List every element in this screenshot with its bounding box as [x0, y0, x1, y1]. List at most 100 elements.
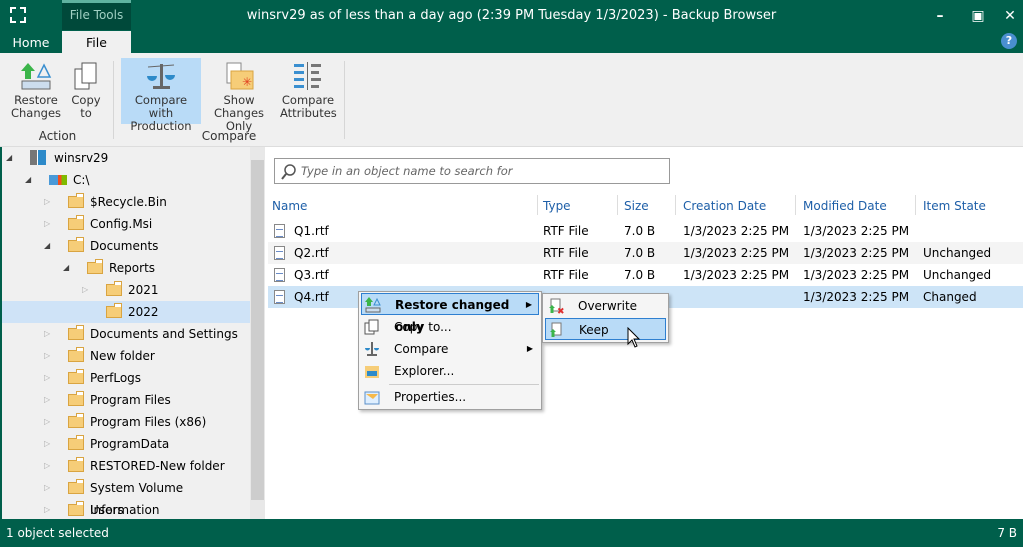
menu-item-restore-changed-only[interactable]: Restore changed only ▶ [361, 293, 539, 334]
folder-icon [106, 281, 122, 296]
expand-icon[interactable]: ▷ [44, 345, 50, 367]
folder-icon [68, 237, 84, 252]
ribbon: Restore Changes Copy to Compare with Pro… [0, 53, 1023, 147]
window-title: winsrv29 as of less than a day ago (2:39… [246, 8, 777, 23]
column-header-modified-date[interactable]: Modified Date [803, 199, 887, 213]
close-icon[interactable]: ✕ [1000, 8, 1020, 24]
menu-item-properties[interactable]: Properties... [361, 386, 539, 408]
tree-scrollbar-thumb[interactable] [251, 160, 264, 500]
drive-icon [49, 175, 67, 185]
table-row[interactable]: Q1.rtf RTF File 7.0 B 1/3/2023 2:25 PM 1/3/2… [268, 220, 1023, 242]
collapse-icon[interactable]: ◢ [63, 257, 69, 279]
copy-to-button[interactable]: Copy to [68, 58, 104, 124]
tree-node[interactable]: ▷ System Volume Information [2, 477, 250, 517]
tree-node-label: 2021 [128, 283, 159, 297]
svg-text:✳: ✳ [242, 75, 252, 89]
cell-state: Changed [923, 290, 977, 304]
collapse-icon[interactable]: ◢ [44, 235, 50, 257]
tree-node[interactable]: ◢ winsrv29 [2, 147, 250, 169]
table-row[interactable]: Q2.rtf RTF File 7.0 B 1/3/2023 2:25 PM 1/3/2… [268, 242, 1023, 264]
expand-icon[interactable]: ▷ [44, 433, 50, 455]
column-header-creation-date[interactable]: Creation Date [683, 199, 766, 213]
expand-icon[interactable]: ▷ [44, 411, 50, 433]
tree-node[interactable]: ▷ Program Files (x86) [2, 411, 250, 433]
expand-icon[interactable]: ▷ [44, 455, 50, 477]
tree-node[interactable]: ◢ C:\ [2, 169, 250, 191]
column-header-name[interactable]: Name [272, 199, 307, 213]
cell-state: Unchanged [923, 246, 992, 260]
expand-icon[interactable]: ▷ [44, 477, 50, 499]
cell-created: 1/3/2023 2:25 PM [683, 268, 790, 282]
column-header-size[interactable]: Size [624, 199, 649, 213]
maximize-icon[interactable]: ▣ [968, 8, 988, 24]
column-header-type[interactable]: Type [543, 199, 571, 213]
tree-node[interactable]: ▷ Config.Msi [2, 213, 250, 235]
tree-node-label: Documents [90, 239, 159, 253]
expand-icon[interactable]: ▷ [44, 213, 50, 235]
menu-item-keep[interactable]: Keep [545, 318, 666, 340]
menu-item-explorer[interactable]: Explorer... [361, 360, 539, 382]
search-input[interactable]: Type in an object name to search for [274, 158, 670, 184]
changes-folder-icon: ✳ [201, 58, 277, 94]
restore-icon [365, 297, 381, 313]
folder-icon [87, 259, 103, 274]
cell-modified: 1/3/2023 2:25 PM [803, 246, 910, 260]
tree-node[interactable]: ▷ 2021 [2, 279, 250, 301]
tree-node-label: $Recycle.Bin [90, 195, 167, 209]
menu-item-overwrite[interactable]: ✖ Overwrite [545, 295, 666, 317]
folder-icon [68, 347, 84, 362]
tree-node[interactable]: ▷ ProgramData [2, 433, 250, 455]
folder-icon [68, 193, 84, 208]
tree-node[interactable]: ◢ Documents [2, 235, 250, 257]
table-row[interactable]: Q3.rtf RTF File 7.0 B 1/3/2023 2:25 PM 1/3/2… [268, 264, 1023, 286]
minimize-icon[interactable]: – [930, 8, 950, 24]
restore-changes-button[interactable]: Restore Changes [10, 58, 62, 124]
tree-node[interactable]: ▷ New folder [2, 345, 250, 367]
status-selection: 1 object selected [6, 526, 109, 540]
tree-node-label: PerfLogs [90, 371, 142, 385]
cell-type: RTF File [543, 246, 589, 260]
tree-node-label: RESTORED-New folder [90, 459, 225, 473]
tree-node-label: Users [90, 503, 124, 517]
menu-item-copy-to[interactable]: Copy to... [361, 316, 539, 338]
help-icon[interactable]: ? [1001, 33, 1017, 49]
tree-node[interactable]: ▷ Users [2, 499, 250, 521]
menu-item-compare[interactable]: Compare ▶ [361, 338, 539, 360]
cell-modified: 1/3/2023 2:25 PM [803, 224, 910, 238]
tree-node-label: Documents and Settings [90, 327, 238, 341]
show-changes-only-button[interactable]: ✳ Show Changes Only [201, 58, 277, 133]
tree-node[interactable]: 2022 [2, 301, 250, 323]
collapse-icon[interactable]: ◢ [6, 147, 12, 169]
title-bar: winsrv29 as of less than a day ago (2:39… [0, 0, 1023, 53]
rtf-file-icon [274, 290, 285, 304]
folder-icon [68, 479, 84, 494]
expand-icon[interactable]: ▷ [44, 367, 50, 389]
cell-modified: 1/3/2023 2:25 PM [803, 290, 910, 304]
properties-icon [364, 391, 380, 405]
expand-icon[interactable]: ▷ [44, 499, 50, 521]
compare-attributes-button[interactable]: Compare Attributes [280, 58, 337, 124]
expand-icon[interactable]: ▷ [82, 279, 88, 301]
tree-node[interactable]: ▷ Program Files [2, 389, 250, 411]
scales-icon [121, 58, 201, 94]
cell-name: Q2.rtf [294, 246, 329, 260]
column-header-item-state[interactable]: Item State [923, 199, 986, 213]
expand-icon[interactable]: ▷ [44, 323, 50, 345]
tree-node[interactable]: ◢ Reports [2, 257, 250, 279]
tab-file[interactable]: File [62, 31, 131, 53]
tree-node[interactable]: ▷ $Recycle.Bin [2, 191, 250, 213]
compare-with-production-button[interactable]: Compare with Production [121, 58, 201, 133]
tree-node[interactable]: ▷ RESTORED-New folder [2, 455, 250, 477]
rtf-file-icon [274, 268, 285, 282]
expand-icon[interactable]: ▷ [44, 389, 50, 411]
tree-node[interactable]: ▷ Documents and Settings [2, 323, 250, 345]
tree-node-label: 2022 [128, 305, 159, 319]
collapse-icon[interactable]: ◢ [25, 169, 31, 191]
tab-home[interactable]: Home [0, 31, 62, 53]
expand-icon[interactable]: ▷ [44, 191, 50, 213]
cell-created: 1/3/2023 2:25 PM [683, 224, 790, 238]
status-size: 7 B [997, 526, 1017, 540]
tree-node-label: C:\ [73, 173, 90, 187]
tree-node[interactable]: ▷ PerfLogs [2, 367, 250, 389]
folder-icon [68, 391, 84, 406]
